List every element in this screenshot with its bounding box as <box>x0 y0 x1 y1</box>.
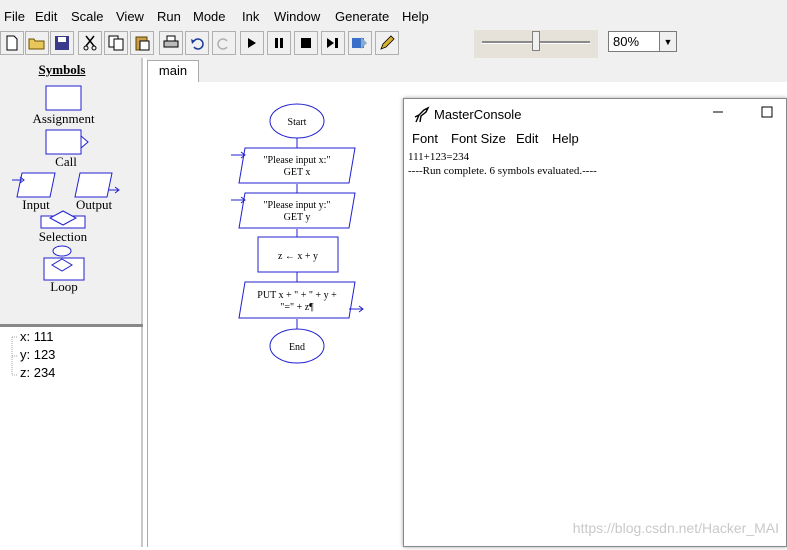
minimize-button[interactable] <box>706 102 730 122</box>
variables-tree: x: 111 y: 123 z: 234 <box>0 327 143 547</box>
ink-pen-icon[interactable] <box>375 31 399 55</box>
console-menu-font-size[interactable]: Font Size <box>451 131 506 146</box>
save-icon[interactable] <box>50 31 74 55</box>
menu-ink[interactable]: Ink <box>242 9 259 24</box>
menu-edit[interactable]: Edit <box>35 9 57 24</box>
input1-get: GET x <box>284 167 311 178</box>
variable-z[interactable]: z: 234 <box>20 365 55 380</box>
menu-scale[interactable]: Scale <box>71 9 104 24</box>
zoom-value: 80% <box>613 34 640 49</box>
console-title: MasterConsole <box>434 107 522 122</box>
minimize-icon <box>713 111 723 113</box>
redo-icon[interactable] <box>212 31 236 55</box>
raptor-app-icon <box>414 106 430 123</box>
zoom-select[interactable]: 80% ▼ <box>608 31 677 52</box>
undo-icon[interactable] <box>185 31 209 55</box>
start-label: Start <box>288 117 307 128</box>
chevron-down-icon[interactable]: ▼ <box>659 32 676 51</box>
menu-file[interactable]: File <box>4 9 25 24</box>
console-menubar: Font Font Size Edit Help <box>404 129 786 149</box>
menu-help[interactable]: Help <box>402 9 429 24</box>
menu-view[interactable]: View <box>116 9 144 24</box>
open-icon[interactable] <box>25 31 49 55</box>
menubar: File Edit Scale View Run Mode Ink Window… <box>0 0 787 30</box>
output-symbol-icon[interactable] <box>74 172 120 198</box>
selection-label: Selection <box>38 229 88 244</box>
assignment-text: z ← x + y <box>278 251 318 262</box>
end-label: End <box>289 342 305 353</box>
output-label: Output <box>75 197 113 212</box>
menu-run[interactable]: Run <box>157 9 181 24</box>
call-label: Call <box>55 154 77 169</box>
assignment-symbol-icon[interactable] <box>45 85 82 111</box>
assignment-label: Assignment <box>32 111 95 126</box>
cut-icon[interactable] <box>78 31 102 55</box>
speed-slider[interactable] <box>474 30 598 58</box>
variable-y[interactable]: y: 123 <box>20 347 55 362</box>
maximize-icon <box>761 106 773 118</box>
stop-icon[interactable] <box>294 31 318 55</box>
output-line-1: PUT x + " + " + y + <box>257 290 337 301</box>
toolbar: 80% ▼ <box>0 30 787 58</box>
pause-icon[interactable] <box>267 31 291 55</box>
loop-symbol-icon[interactable] <box>43 245 85 281</box>
menu-mode[interactable]: Mode <box>193 9 226 24</box>
copy-icon[interactable] <box>104 31 128 55</box>
console-menu-edit[interactable]: Edit <box>516 131 538 146</box>
console-output-line: ----Run complete. 6 symbols evaluated.--… <box>408 165 597 177</box>
selection-symbol-icon[interactable] <box>40 210 86 229</box>
master-console-window: MasterConsole Font Font Size Edit Help 1… <box>403 98 787 547</box>
watermark: https://blog.csdn.net/Hacker_MAI <box>572 520 779 536</box>
call-symbol-icon[interactable] <box>45 129 89 155</box>
loop-label: Loop <box>50 279 78 294</box>
console-menu-help[interactable]: Help <box>552 131 579 146</box>
menu-window[interactable]: Window <box>274 9 320 24</box>
test-server-icon[interactable] <box>348 31 372 55</box>
new-icon[interactable] <box>0 31 24 55</box>
symbols-palette: Symbols Assignment Call Input Output Sel… <box>0 58 143 324</box>
variable-x[interactable]: x: 111 <box>20 329 53 344</box>
maximize-button[interactable] <box>755 102 779 122</box>
left-panel: Symbols Assignment Call Input Output Sel… <box>0 58 143 547</box>
print-icon[interactable] <box>159 31 183 55</box>
input-label: Input <box>22 197 50 212</box>
input2-get: GET y <box>284 212 311 223</box>
input1-prompt: "Please input x:" <box>263 155 330 166</box>
input2-prompt: "Please input y:" <box>263 200 330 211</box>
tab-main[interactable]: main <box>147 60 199 82</box>
slider-thumb[interactable] <box>532 31 540 51</box>
run-icon[interactable] <box>240 31 264 55</box>
menu-generate[interactable]: Generate <box>335 9 389 24</box>
input-symbol-icon[interactable] <box>12 172 56 198</box>
paste-icon[interactable] <box>130 31 154 55</box>
output-line-2: "=" + z¶ <box>280 302 314 313</box>
tab-strip: main <box>147 58 787 82</box>
console-menu-font[interactable]: Font <box>412 131 438 146</box>
console-output-line: 111+123=234 <box>408 151 470 163</box>
step-icon[interactable] <box>321 31 345 55</box>
